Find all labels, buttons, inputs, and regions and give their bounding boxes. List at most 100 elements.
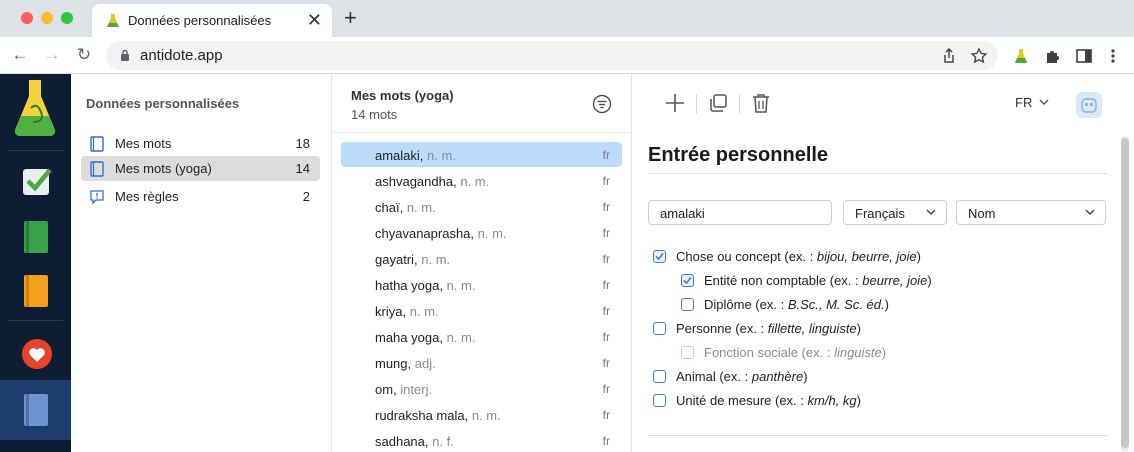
word-list-item[interactable]: maha yoga, n. m. fr (341, 324, 622, 349)
checkbox[interactable] (681, 298, 694, 311)
check-icon (655, 252, 664, 261)
chevron-down-icon (1085, 209, 1095, 215)
word-text: om (375, 382, 394, 397)
green-book-icon (24, 221, 48, 253)
word-list-item[interactable]: chaï, n. m. fr (341, 194, 622, 219)
scrollbar-thumb[interactable] (1121, 138, 1129, 448)
tab-title: Données personnalisées (128, 13, 272, 28)
option-label: Diplôme (ex. : B.Sc., M. Sc. éd.) (704, 297, 889, 312)
minimize-window-button[interactable] (41, 12, 53, 24)
word-pos: n. m. (446, 278, 476, 293)
check-icon (683, 276, 692, 285)
word-pos: interj. (400, 382, 433, 397)
address-bar[interactable]: antidote.app (106, 41, 998, 70)
antidote-logo-icon[interactable] (11, 78, 59, 138)
language-select-value: Français (855, 206, 905, 221)
interface-language-select[interactable]: FR (1015, 95, 1049, 110)
word-list-item[interactable]: mung, adj. fr (341, 350, 622, 375)
trash-icon[interactable] (750, 92, 772, 114)
back-button[interactable]: ← (10, 45, 30, 65)
category-option[interactable]: Personne (ex. : fillette, linguiste) (653, 320, 1073, 340)
divider (648, 173, 1107, 174)
word-list-item[interactable]: amalaki, n. m. fr (341, 142, 622, 167)
option-text: Entité non comptable (ex. : (704, 273, 863, 288)
new-tab-button[interactable]: + (344, 6, 357, 30)
word-pos: n. m. (471, 408, 501, 423)
share-icon[interactable] (940, 47, 958, 65)
word-list-item[interactable]: hatha yoga, n. m. fr (341, 272, 622, 297)
option-text: Chose ou concept (ex. : (676, 249, 817, 264)
word-list-item[interactable]: ashvagandha, n. m. fr (341, 168, 622, 193)
rail-corrector[interactable] (0, 154, 71, 206)
option-close: ) (803, 369, 808, 384)
maximize-window-button[interactable] (61, 12, 73, 24)
option-close: ) (856, 393, 861, 408)
word-list-item[interactable]: sadhana, n. f. fr (341, 428, 622, 452)
option-text: Personne (ex. : (676, 321, 768, 336)
forward-button[interactable]: → (42, 45, 62, 65)
word-list-header: Mes mots (yoga) 14 mots (332, 74, 632, 133)
list-item-count: 14 (295, 161, 310, 176)
category-option[interactable]: Diplôme (ex. : B.Sc., M. Sc. éd.) (681, 296, 1101, 316)
word-list-item[interactable]: kriya, n. m. fr (341, 298, 622, 323)
extensions-puzzle-icon[interactable] (1044, 47, 1062, 65)
list-item-mes-mots-yoga[interactable]: Mes mots (yoga) 14 (81, 156, 320, 181)
add-icon[interactable] (664, 92, 686, 114)
checkbox[interactable] (653, 322, 666, 335)
category-select[interactable]: Nom (956, 200, 1106, 225)
checkbox[interactable] (653, 250, 666, 263)
checkbox[interactable] (653, 370, 666, 383)
reload-button[interactable]: ↻ (74, 45, 94, 65)
tab-close-icon[interactable]: ✕ (307, 10, 322, 30)
option-examples: fillette, linguiste (767, 321, 857, 336)
word-list-item[interactable]: rudraksha mala, n. m. fr (341, 402, 622, 427)
browser-menu-icon[interactable] (1104, 47, 1122, 65)
word-language: fr (602, 148, 610, 162)
assistant-button[interactable] (1076, 92, 1102, 118)
close-window-button[interactable] (21, 12, 33, 24)
option-examples: B.Sc., M. Sc. éd. (787, 297, 885, 312)
browser-tab-strip: Données personnalisées ✕ + (0, 0, 1134, 37)
toolbar-divider (739, 94, 740, 114)
word-list-item[interactable]: chyavanaprasha, n. m. fr (341, 220, 622, 245)
word-language: fr (602, 408, 610, 422)
category-option[interactable]: Entité non comptable (ex. : beurre, joie… (681, 272, 1101, 292)
browser-tab[interactable]: Données personnalisées ✕ (92, 4, 332, 37)
word-pos: n. m. (446, 330, 476, 345)
checkbox[interactable] (653, 394, 666, 407)
chevron-down-icon (1039, 99, 1049, 105)
lock-icon (121, 49, 129, 61)
option-examples: linguiste (834, 345, 882, 360)
category-option[interactable]: Animal (ex. : panthère) (653, 368, 1073, 388)
rail-favorites[interactable] (0, 328, 71, 380)
rail-guides[interactable] (0, 264, 71, 316)
scrollbar[interactable] (1121, 136, 1129, 452)
checkmark-icon (23, 168, 52, 195)
category-option[interactable]: Unité de mesure (ex. : km/h, kg) (653, 392, 1073, 412)
option-close: ) (927, 273, 932, 288)
duplicate-icon[interactable] (707, 92, 729, 114)
word-list-item[interactable]: gayatri, n. m. fr (341, 246, 622, 271)
list-item-mes-mots[interactable]: Mes mots 18 (81, 131, 320, 156)
rail-personal-data[interactable] (0, 380, 71, 440)
checkbox (681, 346, 694, 359)
antidote-extension-icon[interactable] (1012, 47, 1030, 65)
language-select[interactable]: Français (843, 200, 947, 225)
word-input-value: amalaki (660, 206, 705, 221)
option-examples: km/h, kg (807, 393, 857, 408)
panel-title: Données personnalisées (86, 96, 240, 111)
list-item-mes-regles[interactable]: Mes règles 2 (81, 184, 320, 209)
word-list-item[interactable]: om, interj. fr (341, 376, 622, 401)
word-term: chaï, n. m. (375, 200, 436, 215)
rail-dictionaries[interactable] (0, 210, 71, 262)
word-term: ashvagandha, n. m. (375, 174, 490, 189)
category-option[interactable]: Chose ou concept (ex. : bijou, beurre, j… (653, 248, 1073, 268)
filter-icon[interactable] (592, 94, 612, 114)
side-panel-icon[interactable] (1075, 47, 1093, 65)
divider (648, 435, 1107, 436)
option-text: Unité de mesure (ex. : (676, 393, 808, 408)
bookmark-star-icon[interactable] (970, 47, 988, 65)
word-input[interactable]: amalaki (648, 200, 832, 225)
option-text: Diplôme (ex. : (704, 297, 788, 312)
checkbox[interactable] (681, 274, 694, 287)
